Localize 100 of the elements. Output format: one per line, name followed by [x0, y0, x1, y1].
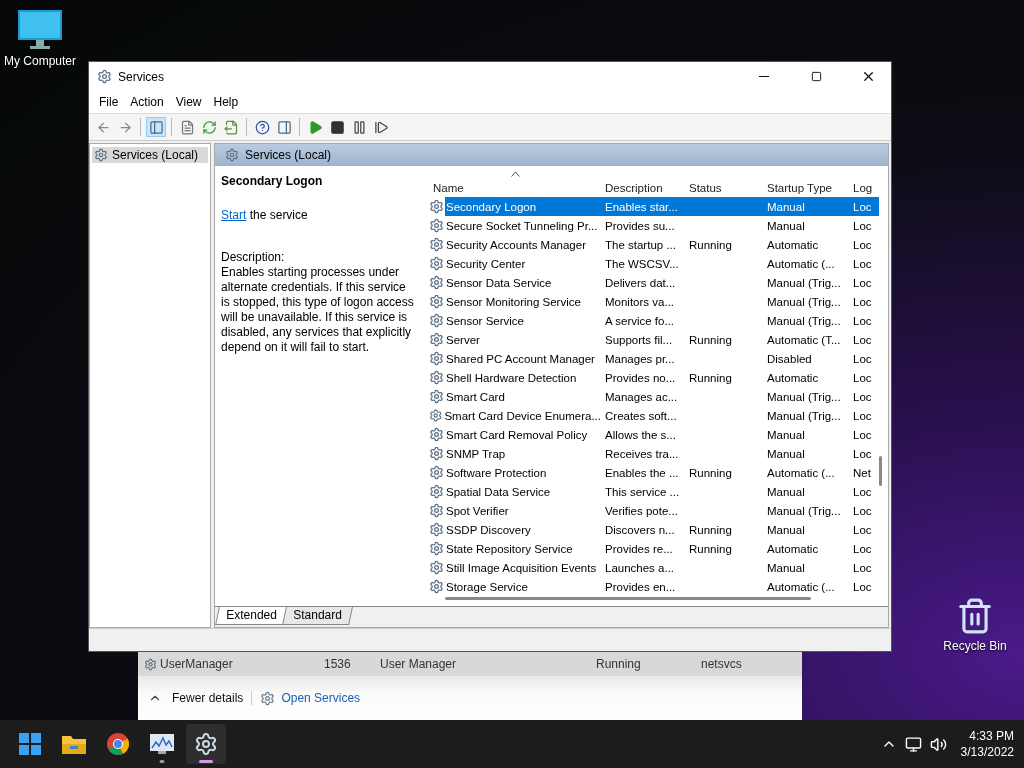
service-row[interactable]: Spot Verifier Verifies pote... Manual (Trig... Loc — [429, 501, 879, 520]
column-header[interactable]: Startup Type — [763, 170, 849, 194]
startup-type-cell-text: Disabled — [766, 352, 813, 365]
computer-icon[interactable] — [18, 10, 62, 50]
service-row[interactable]: Smart Card Device Enumera... Creates soft... Manual (Trig... Loc — [429, 406, 879, 425]
browser-icon — [107, 733, 129, 755]
service-row[interactable]: Storage Service Provides en... Automatic (... Loc — [429, 577, 879, 596]
help-icon — [254, 119, 270, 135]
service-row[interactable]: Secondary Logon Enables star... Manual Loc — [429, 197, 879, 216]
startup-type-cell-text: Automatic — [766, 238, 820, 251]
menu-item[interactable]: Action — [124, 95, 170, 109]
log-on-cell-text: Loc — [852, 295, 873, 308]
log-on-cell-text: Loc — [852, 504, 873, 517]
service-row[interactable]: Sensor Monitoring Service Monitors va... Manual (Trig... Loc — [429, 292, 879, 311]
log-on-cell-text: Loc — [852, 428, 873, 441]
startup-type-cell-text: Manual (Trig... — [766, 295, 842, 308]
gear-icon — [429, 237, 444, 252]
gear-icon — [429, 218, 444, 233]
process-row[interactable]: UserManager 1536 User Manager Running netsvcs — [138, 652, 802, 676]
folder-icon — [62, 734, 86, 754]
scrollbar-thumb[interactable] — [445, 597, 811, 600]
open-services-link[interactable]: Open Services — [260, 690, 361, 706]
service-row[interactable]: Smart Card Manages ac... Manual (Trig... Loc — [429, 387, 879, 406]
startup-type-cell-text: Automatic — [766, 542, 820, 555]
minimize-icon — [759, 76, 769, 77]
gear-icon — [429, 332, 444, 347]
pause-service-icon — [351, 119, 367, 135]
clock-date[interactable]: 3/13/2022 — [960, 744, 1014, 760]
startup-type-cell-text: Manual — [766, 523, 806, 536]
clock-time[interactable]: 4:33 PM — [969, 728, 1014, 744]
service-row[interactable]: SNMP Trap Receives tra... Manual Loc — [429, 444, 879, 463]
menu-item[interactable]: Help — [207, 95, 245, 109]
column-header[interactable]: Name — [429, 170, 601, 194]
service-row[interactable]: Shell Hardware Detection Provides no... Running Automatic Loc — [429, 368, 879, 387]
service-row[interactable]: Still Image Acquisition Events Launches a... Manual Loc — [429, 558, 879, 577]
description-cell-text: Enables the ... — [604, 466, 680, 479]
log-on-cell-text: Loc — [852, 409, 873, 422]
name-cell: SSDP Discovery — [446, 523, 531, 536]
maximize-icon — [810, 71, 822, 82]
log-on-cell-text: Loc — [852, 561, 873, 574]
startup-type-cell-text: Manual (Trig... — [766, 276, 842, 289]
status-cell-text: Running — [688, 238, 733, 251]
service-row[interactable]: Smart Card Removal Policy Allows the s... Manual Loc — [429, 425, 879, 444]
startup-type-cell-text: Manual (Trig... — [766, 504, 842, 517]
service-row[interactable]: Shared PC Account Manager Manages pr... Disabled Loc — [429, 349, 879, 368]
tree-item[interactable]: Services (Local) — [92, 147, 208, 163]
description-cell-text: Provides re... — [604, 542, 674, 555]
service-row[interactable]: Secure Socket Tunneling Pr... Provides su... Manual Loc — [429, 216, 879, 235]
scrollbar-thumb[interactable] — [879, 456, 882, 486]
service-row[interactable]: Server Supports fil... Running Automatic (T... Loc — [429, 330, 879, 349]
name-cell: Smart Card Removal Policy — [446, 428, 588, 441]
startup-type-cell-text: Automatic (... — [766, 466, 836, 479]
name-cell: Smart Card Device Enumera... — [444, 409, 601, 422]
log-on-cell-text: Loc — [852, 447, 873, 460]
name-cell: Secure Socket Tunneling Pr... — [446, 219, 598, 232]
column-header[interactable]: Log — [849, 170, 879, 194]
menu-item[interactable]: File — [93, 95, 125, 109]
desktop-icon-label[interactable]: My Computer — [4, 54, 76, 68]
startup-type-cell-text: Manual — [766, 219, 806, 232]
service-row[interactable]: SSDP Discovery Discovers n... Running Manual Loc — [429, 520, 879, 539]
show-tree-button[interactable] — [146, 117, 166, 137]
column-header[interactable]: Description — [601, 170, 685, 194]
services-gear-icon — [97, 69, 112, 84]
status-cell-text: Running — [688, 371, 733, 384]
volume-icon[interactable] — [929, 735, 947, 753]
service-row[interactable]: Software Protection Enables the ... Running Automatic (... Net — [429, 463, 879, 482]
description-cell-text: Verifies pote... — [604, 504, 679, 517]
description-cell-text: Enables star... — [604, 200, 679, 213]
view-tab[interactable]: Extended — [215, 607, 288, 625]
resume-service-icon — [373, 119, 389, 135]
startup-type-cell-text: Manual (Trig... — [766, 314, 842, 327]
startup-type-cell-text: Automatic — [766, 371, 820, 384]
service-row[interactable]: Spatial Data Service This service ... Manual Loc — [429, 482, 879, 501]
recycle-bin-icon[interactable] — [956, 597, 994, 635]
fewer-details-button[interactable]: Fewer details — [148, 691, 253, 705]
menu-item[interactable]: View — [169, 95, 208, 109]
export-list-icon — [223, 119, 239, 135]
gear-icon — [429, 446, 444, 461]
start-link[interactable]: Start — [221, 208, 247, 222]
startup-type-cell-text: Automatic (... — [766, 580, 836, 593]
log-on-cell-text: Loc — [852, 542, 873, 555]
view-tab[interactable]: Standard — [281, 607, 353, 625]
gear-icon — [225, 148, 239, 162]
description-cell-text: Allows the s... — [604, 428, 677, 441]
log-on-cell-text: Loc — [852, 333, 873, 346]
service-row[interactable]: State Repository Service Provides re... Running Automatic Loc — [429, 539, 879, 558]
service-row[interactable]: Security Center The WSCSV... Automatic (... Loc — [429, 254, 879, 273]
column-header[interactable]: Status — [685, 170, 763, 194]
service-title: Secondary Logon — [221, 174, 324, 188]
service-row[interactable]: Security Accounts Manager The startup ... Running Automatic Loc — [429, 235, 879, 254]
description-cell-text: Manages pr... — [604, 352, 676, 365]
service-row[interactable]: Sensor Data Service Delivers dat... Manual (Trig... Loc — [429, 273, 879, 292]
name-cell: Spatial Data Service — [446, 485, 551, 498]
log-on-cell-text: Loc — [852, 352, 873, 365]
back-icon — [95, 119, 111, 135]
gear-icon — [429, 294, 444, 309]
service-row[interactable]: Sensor Service A service fo... Manual (Trig... Loc — [429, 311, 879, 330]
desktop-icon-label[interactable]: Recycle Bin — [943, 639, 1007, 653]
gear-icon — [429, 408, 443, 423]
log-on-cell-text: Loc — [852, 485, 873, 498]
